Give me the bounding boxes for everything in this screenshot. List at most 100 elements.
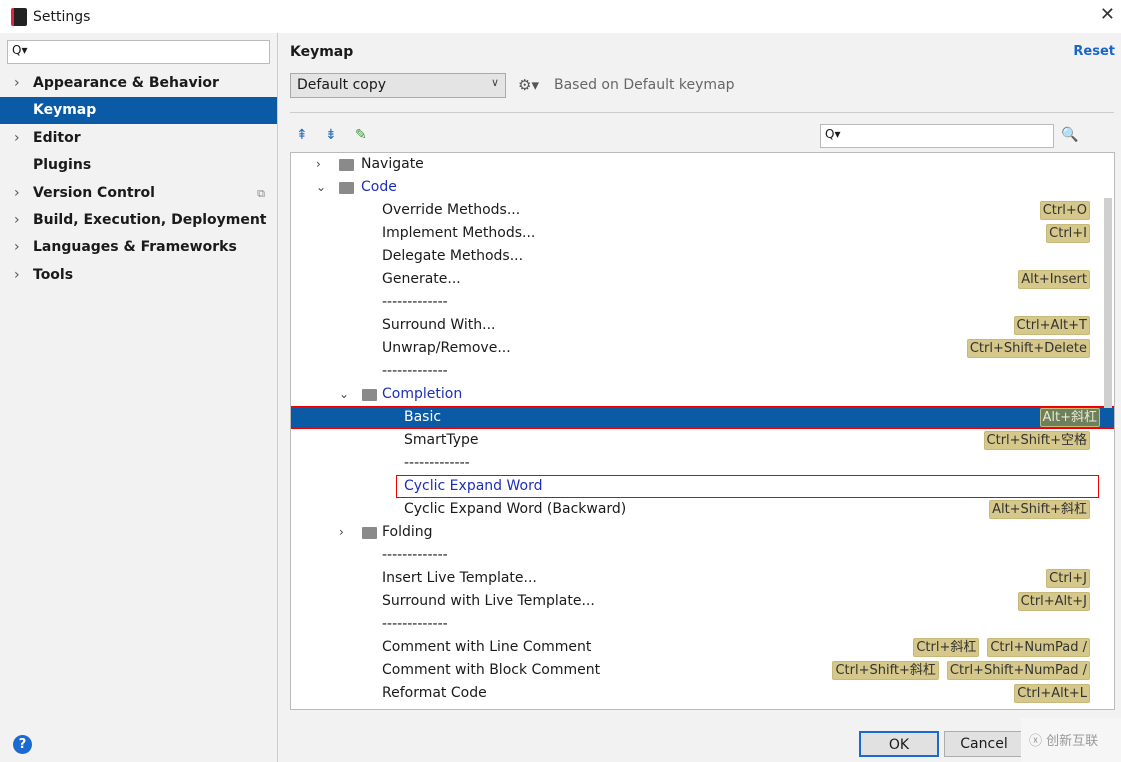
sidebar-item-version-control[interactable]: › Version Control ⧉ [0,180,277,207]
shortcut-badge: Ctrl+Alt+T [1013,316,1090,335]
scrollbar[interactable] [1104,198,1112,408]
tree-row-label: ------------- [382,294,448,310]
tree-action-row[interactable]: Comment with Block Comment Ctrl+Shift+斜杠 C… [291,659,1104,682]
tree-row-label: ------------- [382,616,448,632]
shortcut-badge: Ctrl+NumPad / [987,638,1090,657]
tree-row-label: Folding [382,524,433,540]
sidebar-item-editor[interactable]: › Editor [0,125,277,152]
chevron-right-icon: › [14,129,20,146]
tree-action-row[interactable]: Unwrap/Remove... Ctrl+Shift+Delete [291,337,1104,360]
shortcut-badge: Ctrl+Shift+空格 [983,431,1090,450]
copy-icon: ⧉ [257,186,265,200]
reset-link[interactable]: Reset [1073,44,1115,59]
keymap-select-value: Default copy [297,77,387,93]
chevron-down-icon[interactable]: ⌄ [339,383,351,406]
tree-folder[interactable]: ⌄ Code [291,176,1104,199]
chevron-right-icon: › [14,239,20,256]
tree-action-row[interactable]: ------------- [291,291,1104,314]
tree-action-row[interactable]: ------------- [291,544,1104,567]
chevron-right-icon: › [14,184,20,201]
sidebar-search-input[interactable]: Q▾ [7,40,270,64]
search-icon: Q▾ [825,127,841,141]
tree-action-row[interactable]: SmartType Ctrl+Shift+空格 [291,429,1104,452]
tree-action-row[interactable]: ------------- [291,613,1104,636]
sidebar-item-label: Build, Execution, Deployment [33,212,267,228]
tree-action-row[interactable]: Comment with Line Comment Ctrl+斜杠 Ctrl+Num… [291,636,1104,659]
tree-action-row[interactable]: Surround With... Ctrl+Alt+T [291,314,1104,337]
tree-action-row[interactable]: Insert Live Template... Ctrl+J [291,567,1104,590]
tree-row-label: Surround With... [382,317,496,333]
sidebar-item-label: Languages & Frameworks [33,239,237,256]
chevron-down-icon[interactable]: ⌄ [316,176,328,199]
based-on-label: Based on Default keymap [554,77,735,93]
tree-folder[interactable]: › Navigate [291,153,1104,176]
keymap-tree: › Navigate ⌄ Code Override Methods... Ctrl+O I… [290,152,1115,710]
sidebar-item-label: Appearance & Behavior [33,75,219,91]
tree-action-row[interactable]: ------------- [291,452,1104,475]
tree-row-label: Override Methods... [382,202,521,218]
sidebar-item-plugins[interactable]: Plugins [0,152,277,179]
shortcut-badge: Ctrl+O [1039,201,1090,220]
tree-folder[interactable]: › Folding [291,521,1104,544]
shortcut-badge: Ctrl+Alt+J [1017,592,1090,611]
shortcut-badge: Ctrl+Shift+Delete [966,339,1090,358]
tree-row-label: Surround with Live Template... [382,593,595,609]
tree-row-label: Comment with Block Comment [382,662,601,678]
tree-row-label: Delegate Methods... [382,248,524,264]
tree-row-label: ------------- [382,547,448,563]
chevron-right-icon[interactable]: › [339,521,351,544]
shortcut-badge: Ctrl+Shift+斜杠 [832,661,939,680]
ok-button[interactable]: OK [859,731,939,757]
chevron-right-icon: › [14,212,20,228]
tree-action-row[interactable]: Cyclic Expand Word (Backward) Alt+Shift+斜… [291,498,1104,521]
tree-action-row[interactable]: Basic Alt+斜杠 [291,406,1114,429]
tree-row-label: Unwrap/Remove... [382,340,511,356]
sidebar-item-appearance-behavior[interactable]: › Appearance & Behavior [0,70,277,97]
tree-row-label: Implement Methods... [382,225,536,241]
close-icon[interactable]: ✕ [1100,4,1115,25]
shortcut-badge: Ctrl+J [1046,569,1090,588]
sidebar-item-build-execution-deployment[interactable]: › Build, Execution, Deployment [0,207,277,234]
shortcut-badge: Alt+Insert [1018,270,1090,289]
chevron-right-icon[interactable]: › [316,153,328,176]
tree-action-row[interactable]: Surround with Live Template... Ctrl+Alt+J [291,590,1104,613]
sidebar-item-languages-frameworks[interactable]: › Languages & Frameworks [0,234,277,261]
cancel-button[interactable]: Cancel [944,731,1024,757]
tree-row-label: Reformat Code [382,685,487,701]
tree-search-input[interactable]: Q▾ [820,124,1054,148]
divider [290,112,1114,113]
tree-action-row[interactable]: Reformat Code Ctrl+Alt+L [291,682,1104,705]
shortcut-badge: Alt+斜杠 [1039,408,1100,427]
sidebar-item-tools[interactable]: › Tools [0,262,277,289]
search-icon: Q▾ [12,43,28,57]
sidebar-item-label: Editor [33,129,81,146]
tree-action-row[interactable]: Override Methods... Ctrl+O [291,199,1104,222]
folder-icon [362,389,377,401]
shortcut-badge: Ctrl+Shift+NumPad / [946,661,1090,680]
collapse-all-icon[interactable]: ⇟ [325,127,337,143]
tree-row-label: Comment with Line Comment [382,639,592,655]
sidebar-item-label: Keymap [33,102,97,119]
tree-action-row[interactable]: Implement Methods... Ctrl+I [291,222,1104,245]
tree-action-row[interactable]: Generate... Alt+Insert [291,268,1104,291]
edit-pencil-icon[interactable]: ✎ [355,127,367,143]
gear-icon[interactable]: ⚙▾ [518,76,539,94]
tree-action-row[interactable]: Delegate Methods... [291,245,1104,268]
tree-action-row[interactable]: ------------- [291,360,1104,383]
help-icon[interactable]: ? [13,735,32,754]
folder-icon [362,527,377,539]
sidebar-item-label: Tools [33,266,74,283]
tree-row-label: Completion [382,386,463,402]
folder-icon [339,159,354,171]
tree-action-row[interactable]: Cyclic Expand Word [396,475,1099,498]
sidebar-item-keymap[interactable]: Keymap [0,97,277,125]
tree-row-label: ------------- [382,363,448,379]
keymap-select[interactable]: Default copy ∨ [290,73,506,98]
shortcut-badge: Alt+Shift+斜杠 [989,500,1090,519]
shortcut-badge: Ctrl+Alt+L [1014,684,1090,703]
tree-folder[interactable]: ⌄ Completion [291,383,1104,406]
find-shortcut-icon[interactable]: 🔍 [1061,127,1078,143]
sidebar-item-label: Plugins [33,157,92,174]
watermark-logo: ⓧ 创新互联 [1021,718,1121,762]
expand-all-icon[interactable]: ⇞ [296,127,308,143]
